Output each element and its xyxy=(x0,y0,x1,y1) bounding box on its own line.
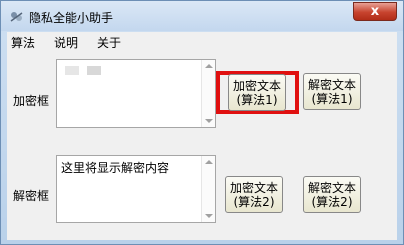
button-label: (算法1) xyxy=(311,92,353,106)
encrypt-box-label: 加密框 xyxy=(13,94,50,108)
decrypt-box-label: 解密框 xyxy=(13,189,50,203)
scroll-up-icon[interactable] xyxy=(205,160,213,164)
window-title: 隐私全能小助手 xyxy=(29,11,114,25)
encrypt-textbox[interactable] xyxy=(56,59,216,128)
encrypt-scrollbar[interactable] xyxy=(201,60,215,127)
menu-item-algorithm[interactable]: 算法 xyxy=(11,34,35,51)
close-button[interactable]: x xyxy=(353,2,397,21)
button-label: (算法2) xyxy=(311,195,353,209)
scroll-down-icon[interactable] xyxy=(205,214,213,218)
decrypt-content: 这里将显示解密内容 xyxy=(61,161,170,175)
menu-item-about[interactable]: 关于 xyxy=(97,34,121,51)
scroll-up-icon[interactable] xyxy=(205,64,213,68)
blurred-text xyxy=(87,66,101,75)
button-label: 解密文本 xyxy=(307,181,356,195)
button-label: 解密文本 xyxy=(307,78,356,92)
button-label: (算法1) xyxy=(236,93,278,107)
button-label: 加密文本 xyxy=(232,79,281,93)
scroll-down-icon[interactable] xyxy=(205,119,213,123)
decrypt-algo2-button[interactable]: 解密文本 (算法2) xyxy=(303,176,361,213)
decrypt-algo1-button[interactable]: 解密文本 (算法1) xyxy=(303,73,361,110)
decrypt-textbox[interactable]: 这里将显示解密内容 xyxy=(56,155,216,223)
app-window: 隐私全能小助手 x 算法 说明 关于 加密框 解密框 这里将显示解密内容 加密文… xyxy=(0,0,404,245)
encrypt-algo1-button[interactable]: 加密文本 (算法1) xyxy=(228,74,286,111)
menu-item-help[interactable]: 说明 xyxy=(54,34,78,51)
menu-bar: 算法 说明 关于 xyxy=(7,32,397,53)
button-label: (算法2) xyxy=(233,195,275,209)
blurred-text xyxy=(65,66,79,75)
title-bar[interactable]: 隐私全能小助手 x xyxy=(1,1,403,31)
app-icon xyxy=(10,12,23,22)
button-label: 加密文本 xyxy=(229,181,278,195)
decrypt-scrollbar[interactable] xyxy=(201,156,215,222)
encrypt-algo2-button[interactable]: 加密文本 (算法2) xyxy=(225,176,283,213)
